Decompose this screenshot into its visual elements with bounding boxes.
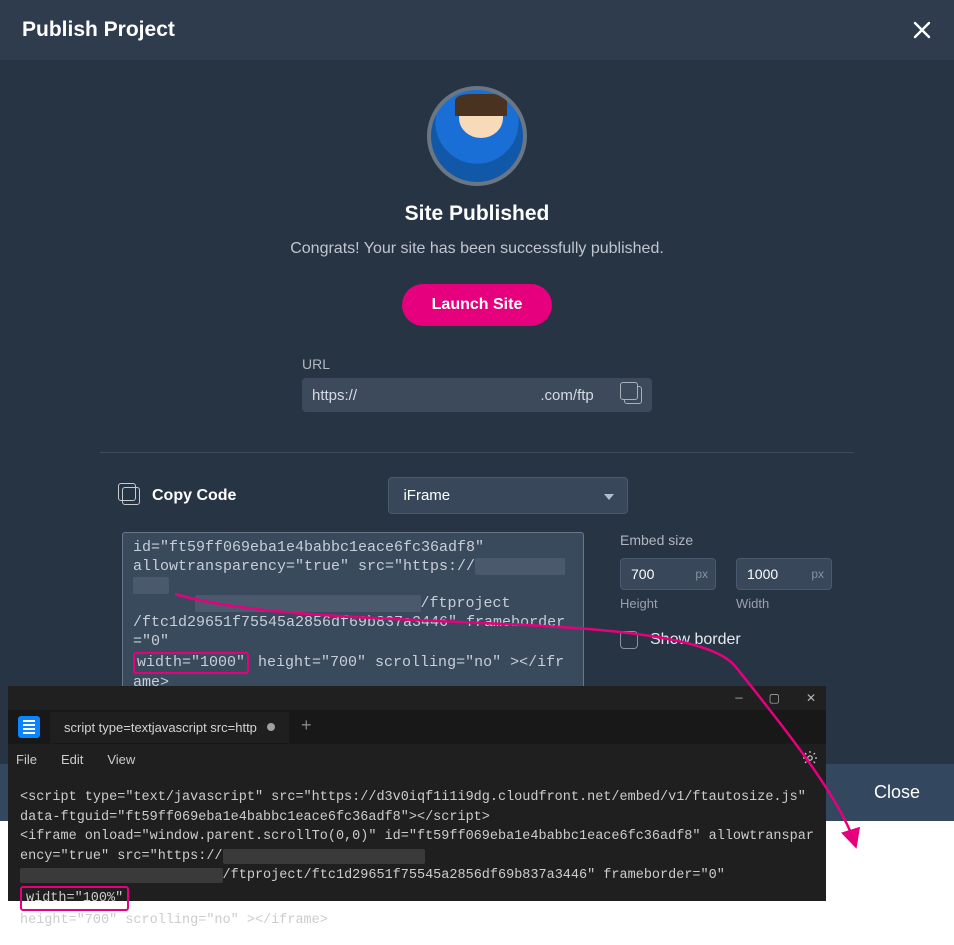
show-border-row: Show border [620,631,832,649]
copy-icon[interactable] [122,487,140,505]
px-label: px [695,567,708,581]
copy-code-label: Copy Code [122,487,236,505]
px-label: px [811,567,824,581]
close-icon[interactable] [912,20,932,40]
congrats-text: Congrats! Your site has been successfull… [22,240,932,258]
editor-tabs: script type=textjavascript src=http + [8,710,826,744]
width-label: Width [736,596,832,611]
menu-edit[interactable]: Edit [61,752,83,767]
code-line: id="ft59ff069eba1e4babbc1eace6fc36adf8" [133,539,573,558]
modal-title: Publish Project [22,18,175,42]
embed-size-panel: Embed size px Height px [620,532,832,649]
code-section-header: Copy Code iFrame [122,477,832,514]
embed-code-box[interactable]: id="ft59ff069eba1e4babbc1eace6fc36adf8" … [122,532,584,700]
minimize-icon[interactable]: — [735,691,742,705]
code-line: <script type="text/javascript" src="http… [20,790,814,825]
width-col: px Width [736,558,832,611]
copy-icon[interactable] [624,386,642,404]
close-icon[interactable]: ✕ [806,691,816,706]
code-line: xxxxxxxxxxxxxxxxxxxxxxxxx/ftproject [133,595,573,614]
close-button[interactable]: Close [874,782,920,802]
embed-inputs: px Height px Width [620,558,832,611]
height-col: px Height [620,558,716,611]
launch-site-button[interactable]: Launch Site [402,284,553,326]
width-highlight: width="1000" [133,652,249,675]
document-icon [18,716,40,738]
copy-code-text: Copy Code [152,487,236,505]
height-label: Height [620,596,716,611]
unsaved-dot-icon [267,723,275,731]
menu-file[interactable]: File [16,752,37,767]
url-block: URL [302,356,652,412]
embed-type-select[interactable]: iFrame [388,477,628,514]
code-row: id="ft59ff069eba1e4babbc1eace6fc36adf8" … [122,532,832,700]
editor-menu: File Edit View [8,744,826,774]
site-published-heading: Site Published [22,202,932,226]
code-line: height="700" scrolling="no" ></iframe> [20,913,328,928]
text-editor-window: — ▢ ✕ script type=textjavascript src=htt… [8,686,826,901]
editor-tab[interactable]: script type=textjavascript src=http [50,712,289,743]
modal-body: Site Published Congrats! Your site has b… [0,60,954,764]
show-border-checkbox[interactable] [620,631,638,649]
gear-icon[interactable] [802,750,818,769]
code-line: allowtransparency="true" src="https://xx… [133,558,573,596]
width-input-wrap: px [736,558,832,590]
embed-type-select-wrap: iFrame [388,477,628,514]
maximize-icon[interactable]: ▢ [769,691,780,706]
code-line: <iframe onload="window.parent.scrollTo(0… [20,829,814,883]
url-row [302,378,652,412]
embed-size-label: Embed size [620,532,832,548]
editor-titlebar: — ▢ ✕ [8,686,826,710]
tab-title: script type=textjavascript src=http [64,720,257,735]
divider [100,452,854,453]
url-label: URL [302,356,652,372]
menu-view[interactable]: View [107,752,135,767]
editor-content[interactable]: <script type="text/javascript" src="http… [8,774,826,945]
code-line: /ftc1d29651f75545a2856df69b837a3446" fra… [133,614,573,652]
width-highlight-target: width="100%" [20,886,129,912]
height-input-wrap: px [620,558,716,590]
avatar [427,86,527,186]
url-input[interactable] [312,387,624,404]
modal-header: Publish Project [0,0,954,60]
new-tab-button[interactable]: + [291,717,322,737]
show-border-label: Show border [650,631,741,649]
